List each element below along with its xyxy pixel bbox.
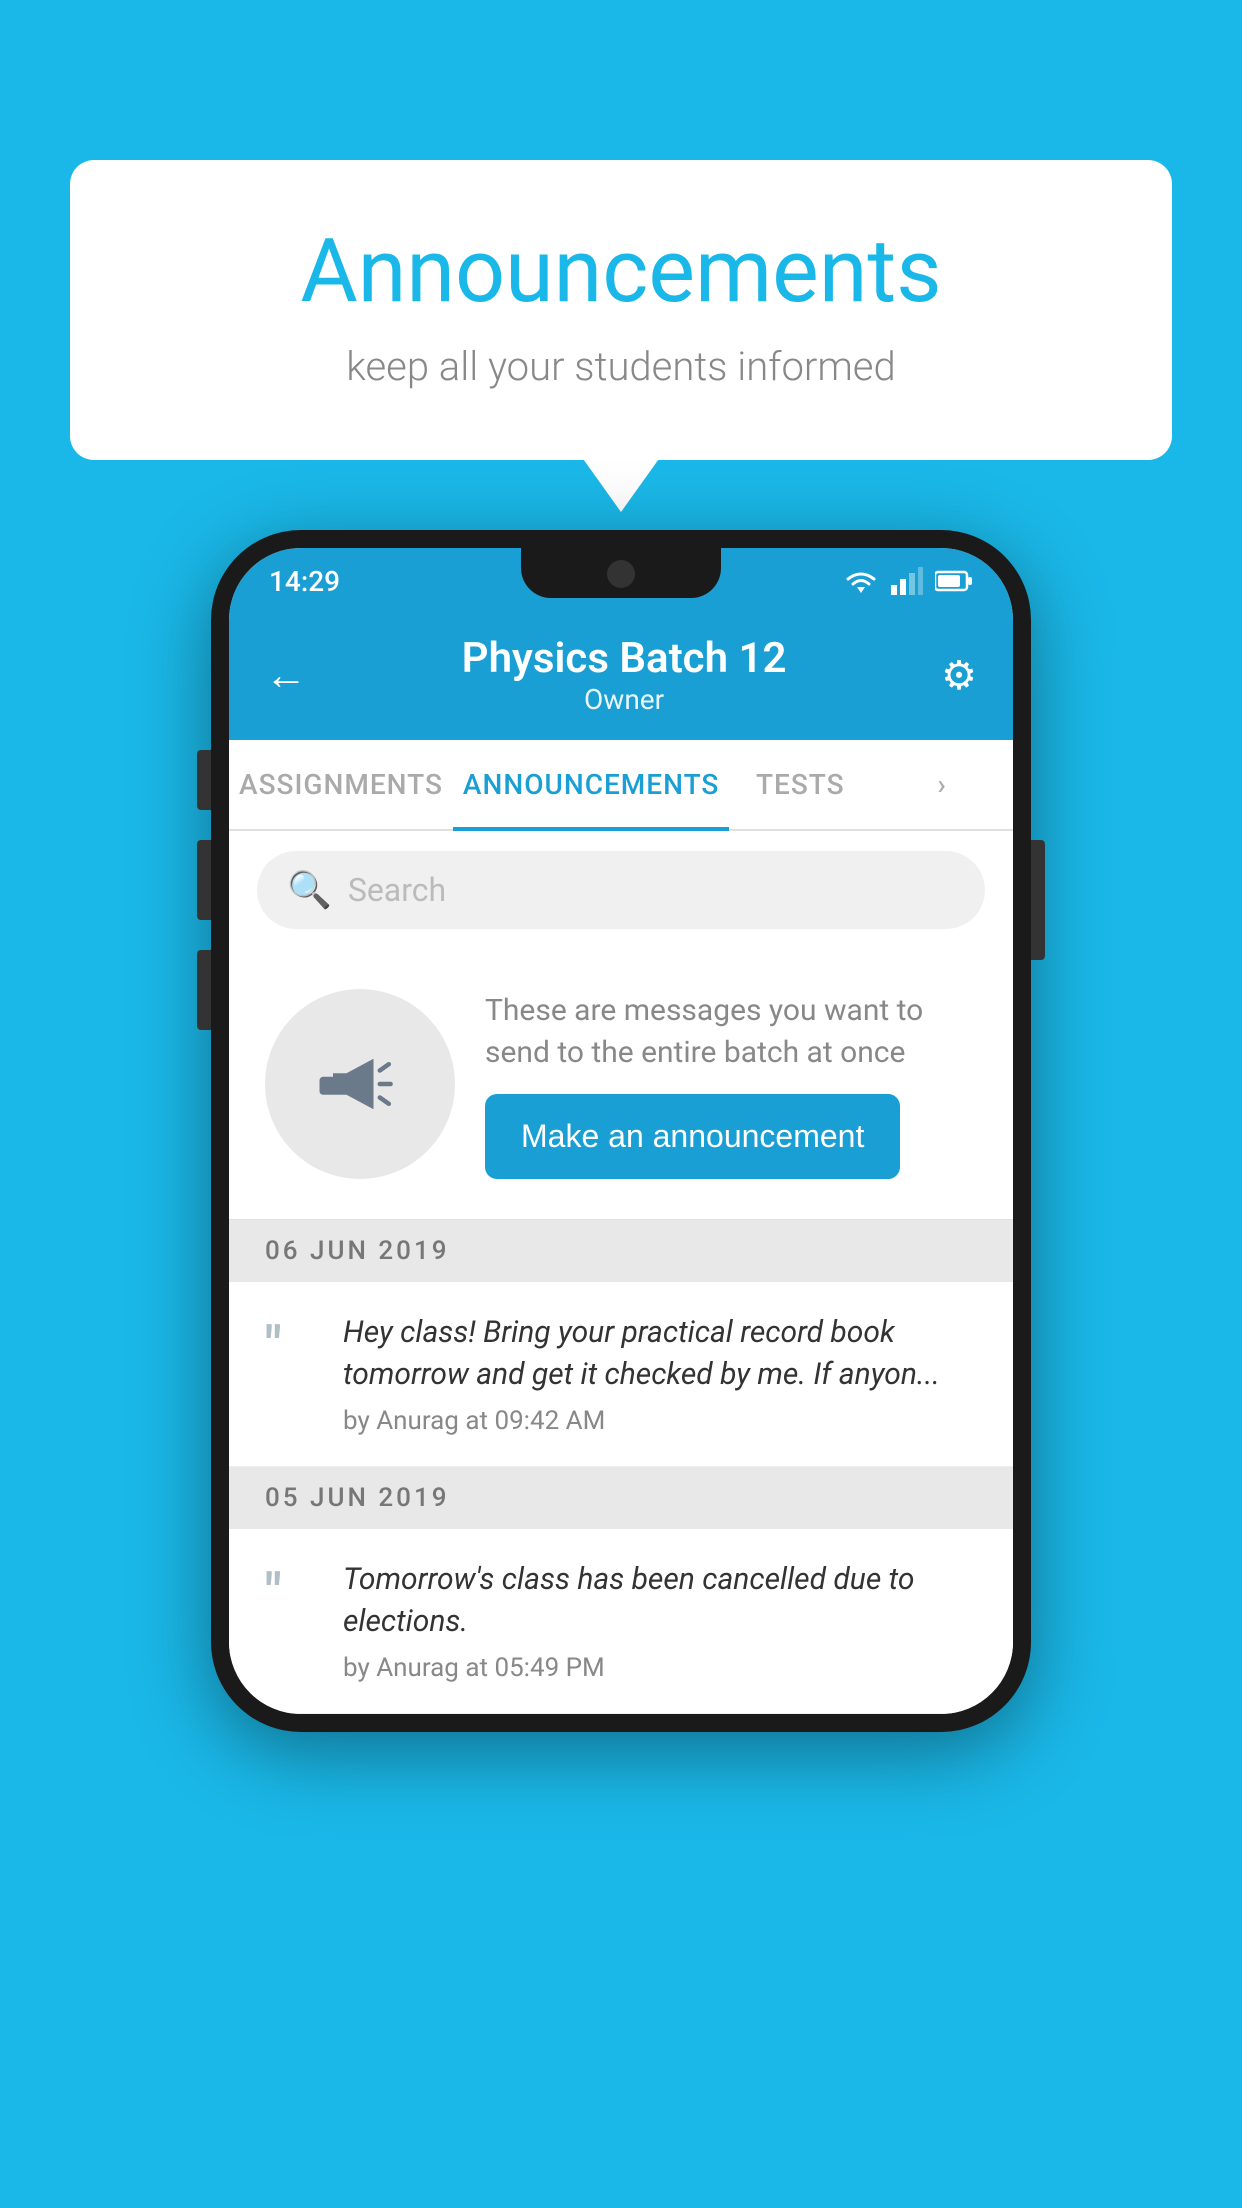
announcement-meta-1: by Anurag at 09:42 AM xyxy=(343,1406,977,1436)
search-box[interactable]: 🔍 Search xyxy=(257,851,985,929)
announcement-icon-circle xyxy=(265,989,455,1179)
app-bar: ← Physics Batch 12 Owner ⚙ xyxy=(229,614,1013,740)
side-button-right xyxy=(1031,840,1045,960)
phone-outer: 14:29 xyxy=(211,530,1031,1732)
side-button-3 xyxy=(197,950,211,1030)
wifi-icon xyxy=(843,567,879,595)
search-placeholder: Search xyxy=(348,871,446,909)
promo-section: These are messages you want to send to t… xyxy=(229,949,1013,1220)
date-divider-1: 06 JUN 2019 xyxy=(229,1220,1013,1282)
announcement-item-2[interactable]: " Tomorrow's class has been cancelled du… xyxy=(229,1529,1013,1714)
status-icons xyxy=(843,567,973,595)
phone-camera xyxy=(607,560,635,588)
bubble-subtitle: keep all your students informed xyxy=(150,343,1092,390)
quote-icon-2: " xyxy=(265,1567,315,1619)
speech-bubble: Announcements keep all your students inf… xyxy=(70,160,1172,460)
tab-more[interactable]: › xyxy=(871,740,1013,829)
announcement-text-2: Tomorrow's class has been cancelled due … xyxy=(343,1559,977,1643)
announcement-item-1[interactable]: " Hey class! Bring your practical record… xyxy=(229,1282,1013,1467)
phone-screen: 14:29 xyxy=(229,548,1013,1714)
promo-description: These are messages you want to send to t… xyxy=(485,990,977,1074)
speech-bubble-section: Announcements keep all your students inf… xyxy=(70,160,1172,460)
phone-mockup: 14:29 xyxy=(211,530,1031,1732)
back-button[interactable]: ← xyxy=(265,651,307,700)
search-icon: 🔍 xyxy=(287,869,332,911)
bubble-title: Announcements xyxy=(150,220,1092,323)
app-bar-title: Physics Batch 12 xyxy=(462,634,787,683)
battery-icon xyxy=(935,570,973,592)
side-button-1 xyxy=(197,750,211,810)
app-bar-subtitle: Owner xyxy=(462,683,787,716)
tab-assignments[interactable]: ASSIGNMENTS xyxy=(229,740,453,829)
signal-icon xyxy=(891,567,923,595)
announcement-content-1: Hey class! Bring your practical record b… xyxy=(343,1312,977,1436)
tabs-bar: ASSIGNMENTS ANNOUNCEMENTS TESTS › xyxy=(229,740,1013,831)
announcement-text-1: Hey class! Bring your practical record b… xyxy=(343,1312,977,1396)
search-container: 🔍 Search xyxy=(229,831,1013,949)
tab-announcements[interactable]: ANNOUNCEMENTS xyxy=(453,740,729,829)
app-bar-center: Physics Batch 12 Owner xyxy=(462,634,787,716)
announcement-meta-2: by Anurag at 05:49 PM xyxy=(343,1653,977,1683)
status-time: 14:29 xyxy=(269,565,340,598)
side-button-2 xyxy=(197,840,211,920)
megaphone-icon xyxy=(315,1039,405,1129)
settings-icon[interactable]: ⚙ xyxy=(941,652,977,699)
quote-icon-1: " xyxy=(265,1320,315,1372)
tab-tests[interactable]: TESTS xyxy=(729,740,871,829)
announcement-content-2: Tomorrow's class has been cancelled due … xyxy=(343,1559,977,1683)
date-divider-2: 05 JUN 2019 xyxy=(229,1467,1013,1529)
promo-right: These are messages you want to send to t… xyxy=(485,990,977,1179)
make-announcement-button[interactable]: Make an announcement xyxy=(485,1094,900,1179)
